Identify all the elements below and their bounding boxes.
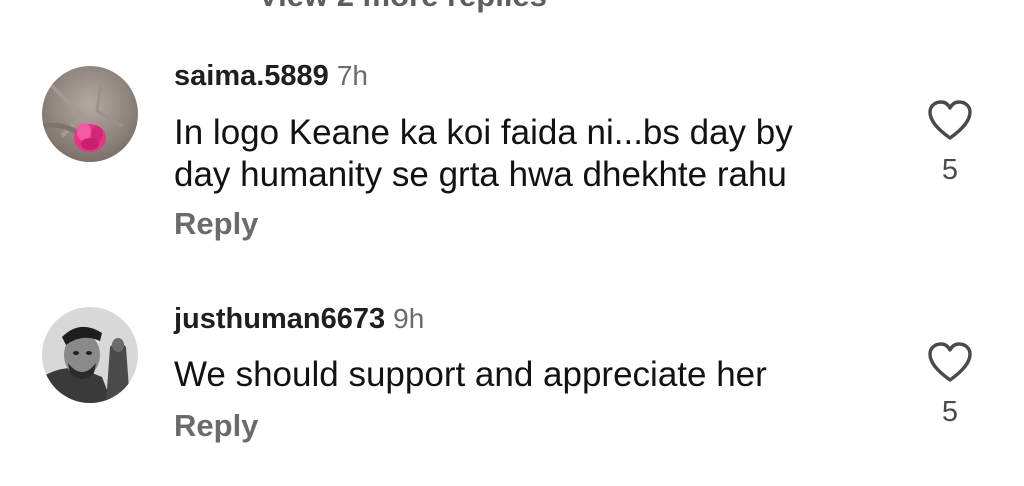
username[interactable]: justhuman6673 [174,303,385,335]
like-count: 5 [941,154,959,186]
username[interactable]: saima.5889 [174,60,329,92]
timestamp: 7h [336,60,368,91]
comment-meta: saima.5889 7h [174,62,368,91]
comment-text: We should support and appreciate her [174,355,767,394]
flower-photo-avatar-image [42,66,138,162]
view-more-replies-link[interactable]: View 2 more replies [258,0,547,14]
timestamp: 9h [393,303,425,334]
heart-outline-icon[interactable] [926,340,974,384]
comment-meta: justhuman6673 9h [174,305,424,334]
reply-button[interactable]: Reply [174,408,258,444]
portrait-sketch-avatar-image [42,307,138,403]
comment-text: In logo Keane ka koi faida ni...bs day b… [174,113,793,194]
like-count: 5 [941,396,959,428]
avatar[interactable] [42,66,138,162]
heart-outline-icon[interactable] [926,98,974,142]
avatar[interactable] [42,307,138,403]
reply-button[interactable]: Reply [174,206,258,242]
